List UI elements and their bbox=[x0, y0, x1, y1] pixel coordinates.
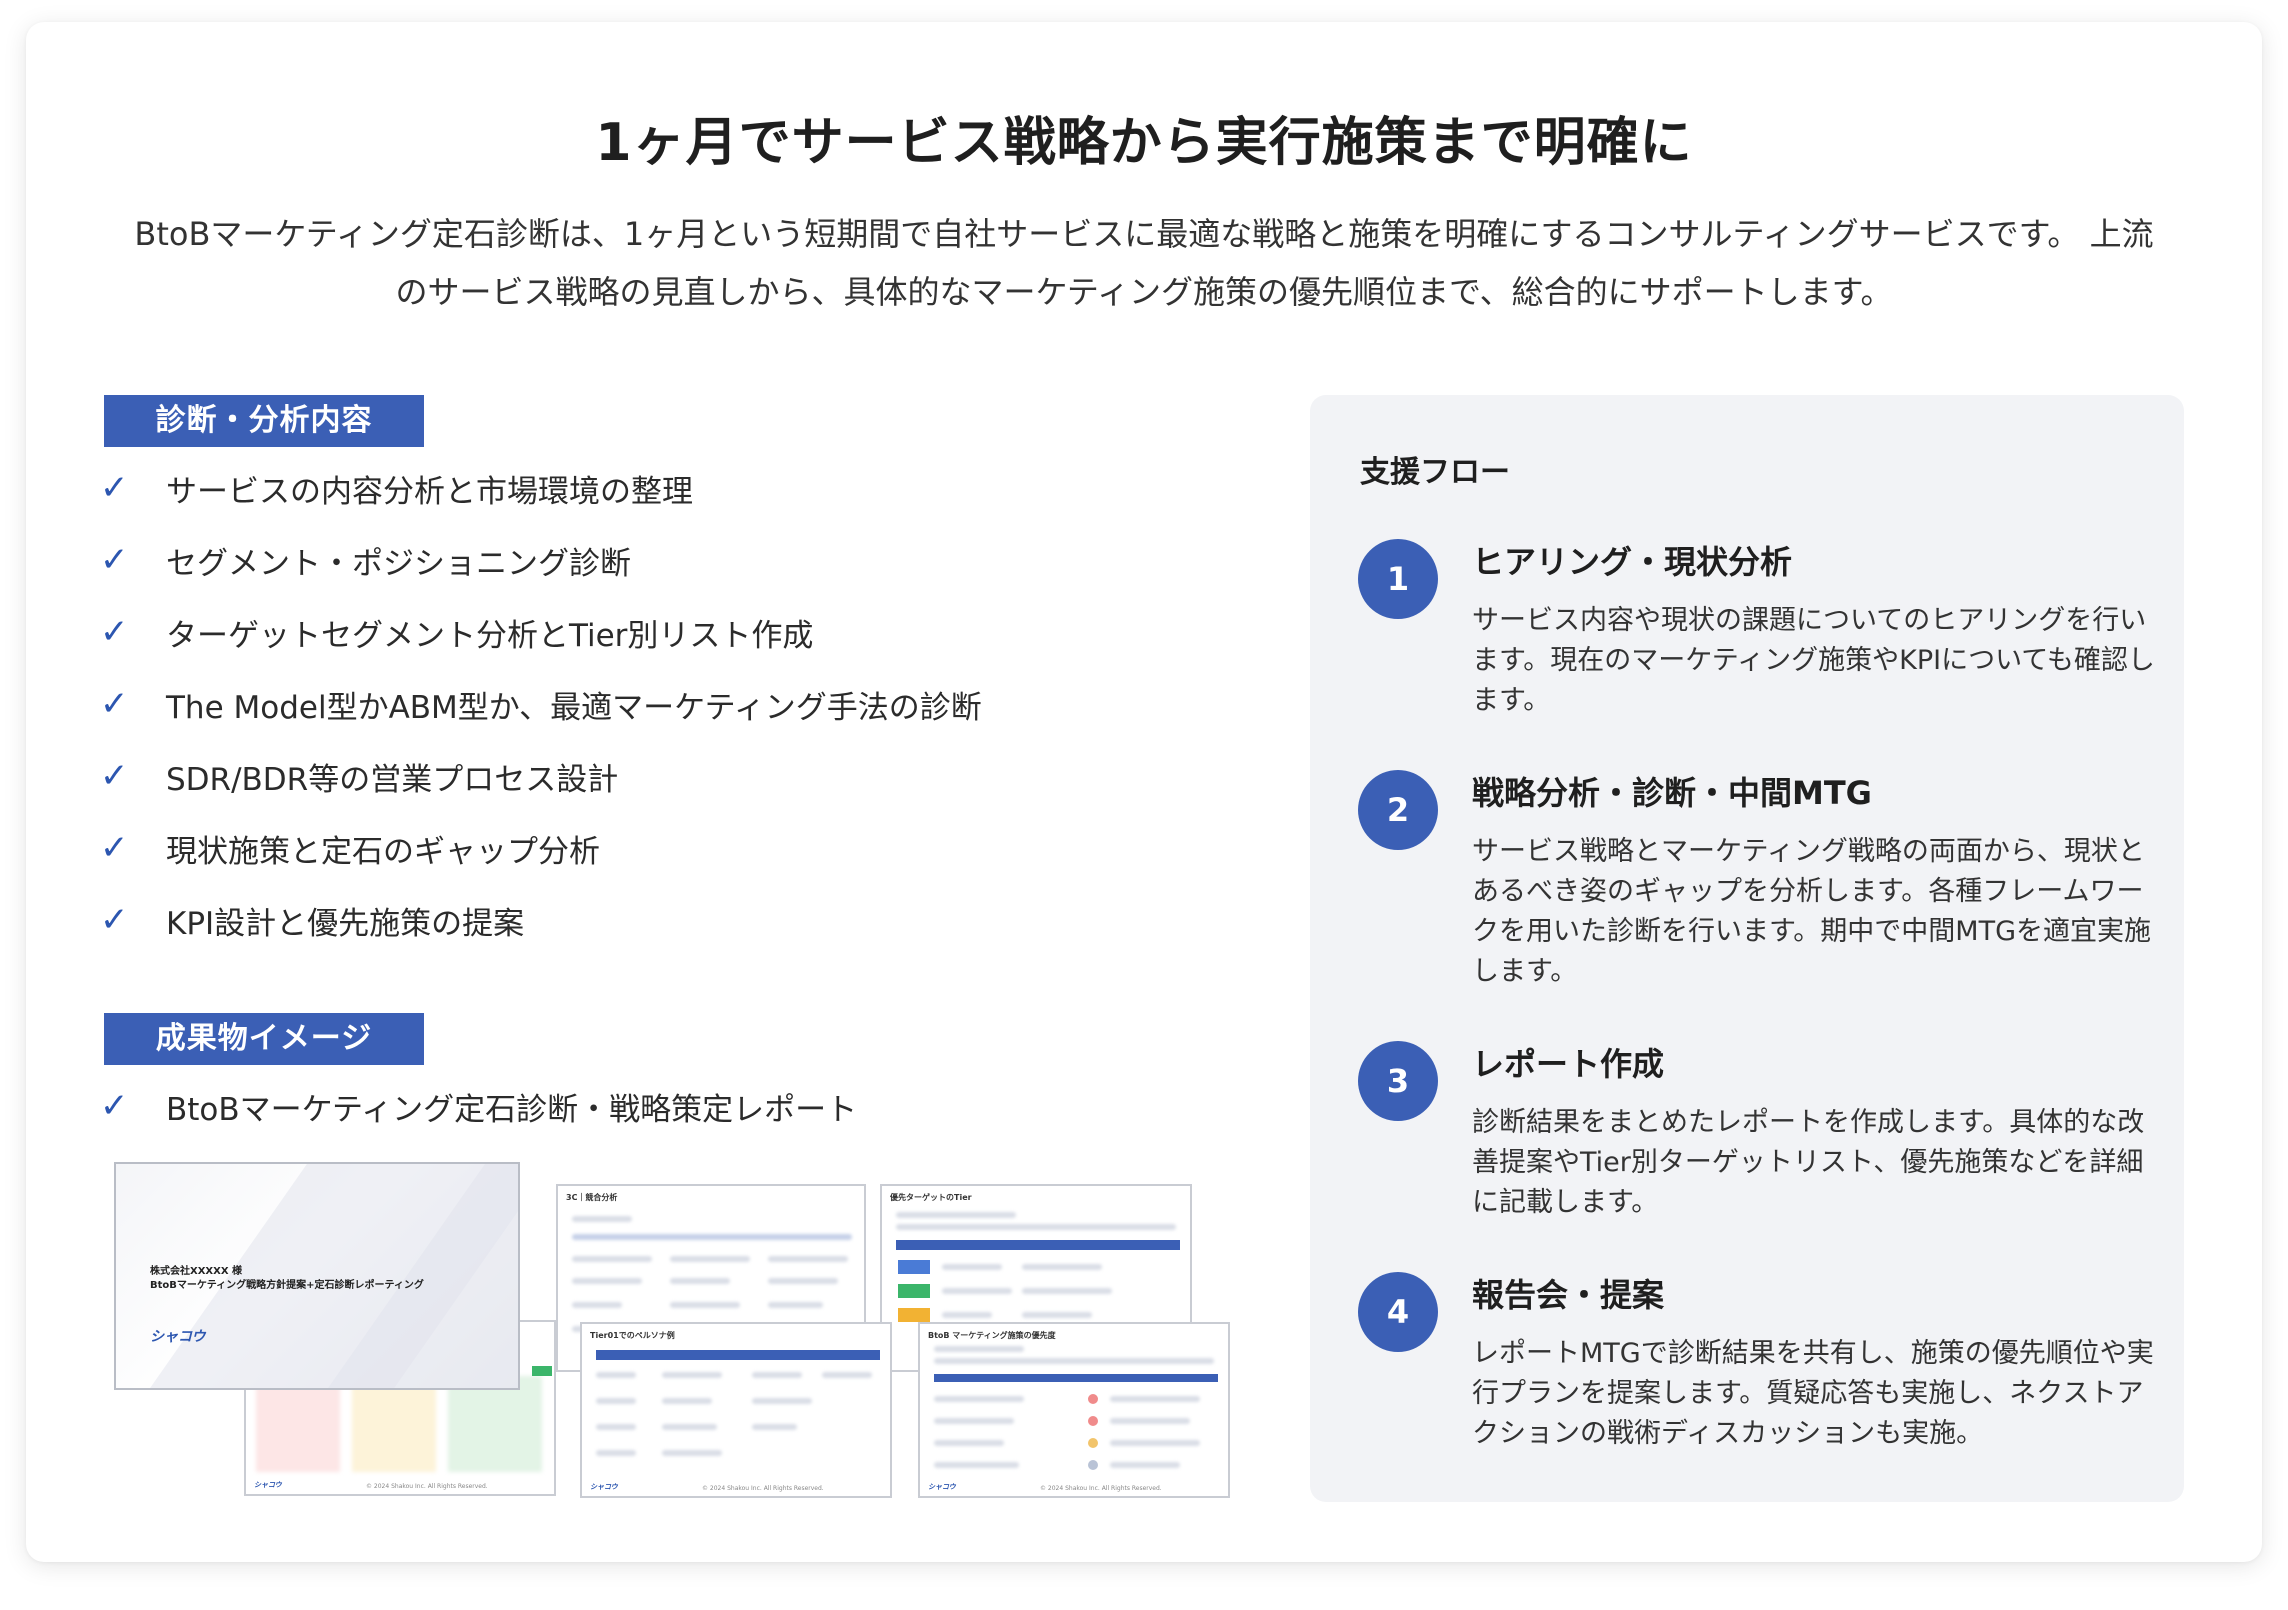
check-icon: ✓ bbox=[100, 540, 129, 580]
list-item-label: BtoBマーケティング定石診断・戦略策定レポート bbox=[166, 1091, 858, 1128]
check-icon: ✓ bbox=[100, 756, 129, 796]
slide-title: Tier01でのペルソナ例 bbox=[590, 1331, 675, 1340]
step-title: レポート作成 bbox=[1472, 1045, 1665, 1083]
slide-title: BtoB マーケティング施策の優先度 bbox=[928, 1331, 1056, 1340]
report-thumbnails: 3C｜競合分析 優先ターゲットのTier シャコウ © 2024 Shakou … bbox=[110, 1160, 1240, 1500]
slide-footer: © 2024 Shakou Inc. All Rights Reserved. bbox=[366, 1483, 488, 1490]
slide-title: 優先ターゲットのTier bbox=[890, 1193, 972, 1202]
support-flow-panel: 支援フロー 1 ヒアリング・現状分析 サービス内容や現状の課題についてのヒアリン… bbox=[1310, 395, 2184, 1502]
step-number: 3 bbox=[1358, 1041, 1438, 1121]
list-item-label: SDR/BDR等の営業プロセス設計 bbox=[166, 761, 619, 798]
list-item-label: KPI設計と優先施策の提案 bbox=[166, 905, 525, 942]
deliverables-list: ✓ BtoBマーケティング定石診断・戦略策定レポート bbox=[100, 1070, 857, 1142]
step-title: ヒアリング・現状分析 bbox=[1472, 543, 1793, 581]
list-item: ✓ SDR/BDR等の営業プロセス設計 bbox=[100, 740, 982, 812]
list-item: ✓ BtoBマーケティング定石診断・戦略策定レポート bbox=[100, 1070, 857, 1142]
footer-logo: シャコウ bbox=[254, 1481, 282, 1489]
step-title: 報告会・提案 bbox=[1472, 1276, 1665, 1314]
slide-footer: © 2024 Shakou Inc. All Rights Reserved. bbox=[1040, 1485, 1162, 1492]
list-item: ✓ ターゲットセグメント分析とTier別リスト作成 bbox=[100, 596, 982, 668]
step-description: サービス内容や現状の課題についてのヒアリングを行います。現在のマーケティング施策… bbox=[1472, 605, 2155, 716]
step-number: 2 bbox=[1358, 770, 1438, 850]
step-description: レポートMTGで診断結果を共有し、施策の優先順位や実行プランを提案します。質疑応… bbox=[1472, 1338, 2154, 1449]
cover-subtitle: BtoBマーケティング戦略方針提案+定石診断レポーティング bbox=[150, 1280, 424, 1291]
check-icon: ✓ bbox=[100, 612, 129, 652]
deliverables-section-label: 成果物イメージ bbox=[104, 1013, 424, 1065]
check-icon: ✓ bbox=[100, 468, 129, 508]
step-number: 4 bbox=[1358, 1272, 1438, 1352]
footer-logo: シャコウ bbox=[928, 1483, 956, 1491]
list-item-label: 現状施策と定石のギャップ分析 bbox=[166, 833, 600, 870]
intro-text: BtoBマーケティング定石診断は、1ヶ月という短期間で自社サービスに最適な戦略と… bbox=[134, 215, 2154, 311]
cover-client-name: 株式会社XXXXX 様 bbox=[150, 1266, 243, 1277]
list-item: ✓ The Model型かABM型か、最適マーケティング手法の診断 bbox=[100, 668, 982, 740]
check-icon: ✓ bbox=[100, 684, 129, 724]
slide-footer: © 2024 Shakou Inc. All Rights Reserved. bbox=[702, 1485, 824, 1492]
analysis-section-label: 診断・分析内容 bbox=[104, 395, 424, 447]
check-icon: ✓ bbox=[100, 1086, 129, 1126]
list-item: ✓ KPI設計と優先施策の提案 bbox=[100, 884, 982, 956]
list-item-label: サービスの内容分析と市場環境の整理 bbox=[166, 473, 693, 510]
check-icon: ✓ bbox=[100, 900, 129, 940]
list-item: ✓ 現状施策と定石のギャップ分析 bbox=[100, 812, 982, 884]
step-title: 戦略分析・診断・中間MTG bbox=[1472, 774, 1872, 812]
report-slide-priority: BtoB マーケティング施策の優先度 シャコウ © 2024 Shakou In… bbox=[918, 1322, 1230, 1498]
check-icon: ✓ bbox=[100, 828, 129, 868]
footer-logo: シャコウ bbox=[590, 1483, 618, 1491]
list-item-label: The Model型かABM型か、最適マーケティング手法の診断 bbox=[166, 689, 982, 726]
step-number: 1 bbox=[1358, 539, 1438, 619]
list-item-label: ターゲットセグメント分析とTier別リスト作成 bbox=[166, 617, 814, 654]
page-title: 1ヶ月でサービス戦略から実行施策まで明確に bbox=[595, 113, 1693, 173]
list-item-label: セグメント・ポジショニング診断 bbox=[166, 545, 631, 582]
analysis-list: ✓ サービスの内容分析と市場環境の整理 ✓ セグメント・ポジショニング診断 ✓ ターゲ… bbox=[100, 452, 982, 956]
report-cover-slide: 株式会社XXXXX 様 BtoBマーケティング戦略方針提案+定石診断レポーティン… bbox=[114, 1162, 520, 1390]
list-item: ✓ サービスの内容分析と市場環境の整理 bbox=[100, 452, 982, 524]
report-slide-persona: Tier01でのペルソナ例 シャコウ © 2024 Shakou Inc. Al… bbox=[580, 1322, 892, 1498]
support-flow-title: 支援フロー bbox=[1360, 455, 1510, 490]
step-description: サービス戦略とマーケティング戦略の両面から、現状とあるべき姿のギャップを分析しま… bbox=[1472, 836, 2152, 987]
list-item: ✓ セグメント・ポジショニング診断 bbox=[100, 524, 982, 596]
company-logo: シャコウ bbox=[150, 1329, 206, 1345]
slide-title: 3C｜競合分析 bbox=[566, 1193, 618, 1202]
step-description: 診断結果をまとめたレポートを作成します。具体的な改善提案やTier別ターゲットリ… bbox=[1472, 1107, 2145, 1218]
